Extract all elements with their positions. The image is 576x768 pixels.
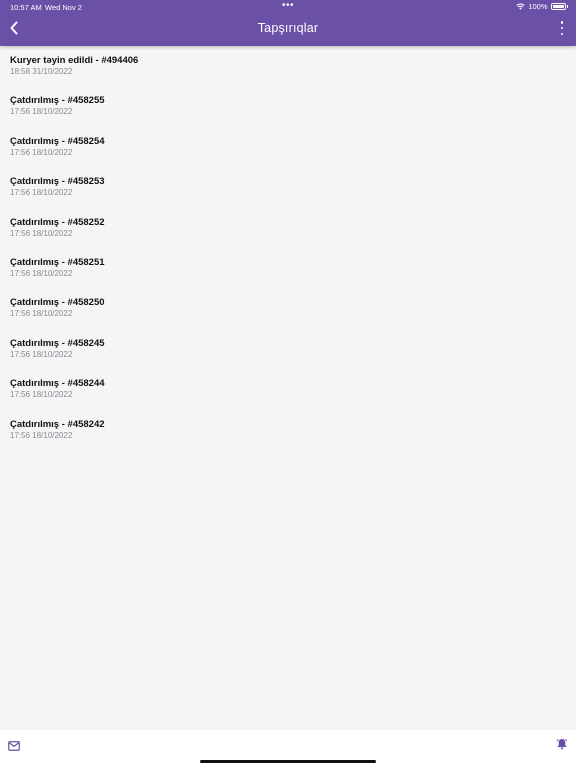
- mail-button[interactable]: [8, 738, 20, 751]
- home-indicator[interactable]: [200, 760, 376, 763]
- task-title: Çatdırılmış - #458251: [10, 256, 105, 268]
- task-time: 17:56 18/10/2022: [10, 147, 73, 157]
- more-options-button[interactable]: [558, 21, 566, 35]
- task-item[interactable]: Çatdırılmış - #458253 17:56 18/10/2022: [0, 173, 576, 213]
- task-item[interactable]: Çatdırılmış - #458244 17:56 18/10/2022: [0, 375, 576, 415]
- task-item[interactable]: Çatdırılmış - #458245 17:56 18/10/2022: [0, 335, 576, 375]
- task-title: Çatdırılmış - #458250: [10, 297, 105, 309]
- task-time: 17:56 18/10/2022: [10, 309, 73, 319]
- task-title: Çatdırılmış - #458255: [10, 95, 105, 107]
- task-title: Çatdırılmış - #458242: [10, 418, 105, 430]
- task-item[interactable]: Çatdırılmış - #458251 17:56 18/10/2022: [0, 254, 576, 294]
- task-time: 17:56 18/10/2022: [10, 188, 73, 198]
- notifications-button[interactable]: [556, 737, 568, 750]
- task-time: 17:56 18/10/2022: [10, 430, 73, 440]
- task-time: 17:56 18/10/2022: [10, 228, 73, 238]
- mail-icon: [8, 741, 20, 751]
- task-title: Çatdırılmış - #458244: [10, 378, 105, 390]
- task-time: 18:58 31/10/2022: [10, 67, 73, 76]
- wifi-icon: [516, 3, 525, 10]
- battery-percent: 100%: [528, 2, 548, 11]
- status-date: Wed Nov 2: [45, 3, 82, 12]
- task-title: Çatdırılmış - #458254: [10, 135, 105, 147]
- more-vertical-icon-dot: [560, 32, 564, 35]
- task-time: 17:56 18/10/2022: [10, 390, 73, 400]
- task-title: Çatdırılmış - #458245: [10, 337, 105, 349]
- page-title: Tapşırıqlar: [257, 21, 319, 35]
- task-time: 17:56 18/10/2022: [10, 107, 73, 117]
- more-vertical-icon-dot: [560, 21, 564, 24]
- app-header: 10:57 AM Wed Nov 2 ••• 100% Tapşırıqlar: [0, 0, 576, 46]
- task-time: 17:56 18/10/2022: [10, 268, 73, 278]
- task-title: Çatdırılmış - #458253: [10, 176, 105, 188]
- more-vertical-icon-dot: [560, 26, 564, 30]
- status-bar: 10:57 AM Wed Nov 2 ••• 100%: [0, 0, 576, 14]
- task-list: Kuryer təyin edildi - #494406 18:58 31/1…: [0, 52, 576, 456]
- task-title: Kuryer təyin edildi - #494406: [10, 55, 139, 66]
- task-title: Çatdırılmış - #458252: [10, 216, 105, 228]
- task-item[interactable]: Çatdırılmış - #458242 17:56 18/10/2022: [0, 416, 576, 456]
- multitasking-dots-icon[interactable]: •••: [282, 0, 294, 11]
- status-indicators: 100%: [516, 2, 568, 11]
- task-item[interactable]: Çatdırılmış - #458254 17:56 18/10/2022: [0, 133, 576, 173]
- task-item[interactable]: Kuryer təyin edildi - #494406 18:58 31/1…: [0, 52, 576, 92]
- task-time: 17:56 18/10/2022: [10, 349, 73, 359]
- battery-icon: [550, 3, 566, 10]
- task-item[interactable]: Çatdırılmış - #458255 17:56 18/10/2022: [0, 92, 576, 132]
- task-item[interactable]: Çatdırılmış - #458250 17:56 18/10/2022: [0, 294, 576, 334]
- battery-tip: [566, 5, 568, 8]
- status-time: 10:57 AM: [10, 3, 42, 12]
- bell-icon: [556, 738, 568, 750]
- task-item[interactable]: Çatdırılmış - #458252 17:56 18/10/2022: [0, 214, 576, 254]
